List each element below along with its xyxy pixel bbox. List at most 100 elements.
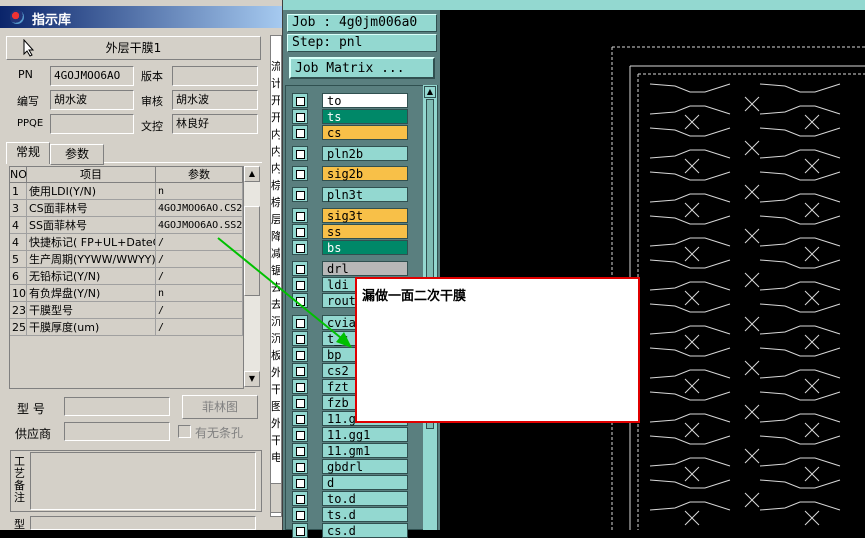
layer-item[interactable]: sig2b: [322, 166, 408, 181]
cell-param[interactable]: 4GOJMOO6AO.CS2: [156, 200, 243, 217]
table-row[interactable]: 4 SS面菲林号 4GOJMOO6AO.SS2: [10, 217, 243, 234]
layer-scroll-up-icon[interactable]: ▲: [424, 86, 436, 98]
layer-item[interactable]: ts.d: [322, 507, 408, 522]
cell-item[interactable]: 干膜厚度(um): [27, 319, 156, 336]
layer-checkbox[interactable]: [292, 459, 308, 474]
cell-item[interactable]: 使用LDI(Y/N): [27, 183, 156, 200]
pn-field[interactable]: 4GOJMOO6AO: [50, 66, 134, 86]
layer-checkbox[interactable]: [292, 395, 308, 410]
fiducial-mark: [744, 492, 760, 508]
layer-checkbox[interactable]: [292, 491, 308, 506]
table-row[interactable]: 4 快捷标记( FP+UL+DateC /: [10, 234, 243, 251]
layer-checkbox[interactable]: [292, 125, 308, 140]
tab-params[interactable]: 参数: [50, 144, 104, 165]
fiducial-mark: [684, 114, 700, 130]
background-list-item: 层: [271, 213, 280, 226]
film-button[interactable]: 菲林图: [182, 395, 258, 419]
bottom-field[interactable]: [30, 516, 256, 530]
layer-item[interactable]: sig3t: [322, 208, 408, 223]
layer-checkbox[interactable]: [292, 146, 308, 161]
cell-item[interactable]: CS面菲林号: [27, 200, 156, 217]
scroll-up-icon[interactable]: ▲: [244, 166, 260, 182]
genesis-topbar: [283, 0, 865, 10]
layer-checkbox[interactable]: [292, 187, 308, 202]
layer-item[interactable]: to: [322, 93, 408, 108]
cell-item[interactable]: 快捷标记( FP+UL+DateC: [27, 234, 156, 251]
cell-item[interactable]: SS面菲林号: [27, 217, 156, 234]
cell-no[interactable]: 10: [10, 285, 27, 302]
dialog-titlebar[interactable]: 指示库: [0, 6, 282, 28]
cell-no[interactable]: 25: [10, 319, 27, 336]
layer-checkbox[interactable]: [292, 166, 308, 181]
layer-checkbox[interactable]: [292, 93, 308, 108]
table-row[interactable]: 1 使用LDI(Y/N) n: [10, 183, 243, 200]
layer-item[interactable]: cs.d: [322, 523, 408, 538]
layer-checkbox[interactable]: [292, 427, 308, 442]
table-row[interactable]: 5 生产周期(YYWW/WWYY) /: [10, 251, 243, 268]
layer-checkbox[interactable]: [292, 475, 308, 490]
cell-no[interactable]: 4: [10, 217, 27, 234]
model-field[interactable]: [64, 397, 170, 416]
cell-no[interactable]: 23: [10, 302, 27, 319]
layer-checkbox[interactable]: [292, 208, 308, 223]
graphic-canvas[interactable]: [440, 10, 865, 530]
process-remark-label: 工艺备注: [14, 455, 25, 504]
table-row[interactable]: 3 CS面菲林号 4GOJMOO6AO.CS2: [10, 200, 243, 217]
layer-item[interactable]: 11.gg1: [322, 427, 408, 442]
cell-no[interactable]: 3: [10, 200, 27, 217]
fiducial-mark: [684, 246, 700, 262]
ppqe-field[interactable]: [50, 114, 134, 134]
cell-item[interactable]: 有负焊盘(Y/N): [27, 285, 156, 302]
cell-item[interactable]: 无铅标记(Y/N): [27, 268, 156, 285]
background-list-item: 干: [271, 434, 280, 447]
doc-control-field[interactable]: 林良好: [172, 114, 258, 134]
background-button[interactable]: [270, 483, 282, 513]
cell-no[interactable]: 4: [10, 234, 27, 251]
cell-item[interactable]: 干膜型号: [27, 302, 156, 319]
table-row[interactable]: 25 干膜厚度(um) /: [10, 319, 243, 336]
layer-checkbox[interactable]: [292, 507, 308, 522]
process-remark-field[interactable]: [30, 452, 256, 510]
layer-item[interactable]: cs: [322, 125, 408, 140]
layer-item[interactable]: pln2b: [322, 146, 408, 161]
cell-no[interactable]: 6: [10, 268, 27, 285]
no-strip-label: 有无条孔: [195, 426, 244, 440]
author-field[interactable]: 胡水波: [50, 90, 134, 110]
scroll-down-icon[interactable]: ▼: [244, 371, 260, 387]
layer-item[interactable]: 11.gm1: [322, 443, 408, 458]
job-matrix-button[interactable]: Job Matrix ...: [289, 57, 435, 79]
table-row[interactable]: 10 有负焊盘(Y/N) n: [10, 285, 243, 302]
layer-item[interactable]: ts: [322, 109, 408, 124]
no-strip-checkbox[interactable]: [178, 425, 191, 438]
layer-item[interactable]: gbdrl: [322, 459, 408, 474]
col-header-no[interactable]: NO: [10, 167, 27, 183]
supplier-field[interactable]: [64, 422, 170, 441]
layer-item[interactable]: to.d: [322, 491, 408, 506]
fiducial-mark: [744, 184, 760, 200]
layer-item[interactable]: pln3t: [322, 187, 408, 202]
table-row[interactable]: 6 无铅标记(Y/N) /: [10, 268, 243, 285]
tab-general[interactable]: 常规: [6, 142, 50, 164]
doc-name-button[interactable]: 外层干膜1: [6, 36, 261, 60]
col-header-item[interactable]: 项目: [27, 167, 156, 183]
cell-no[interactable]: 1: [10, 183, 27, 200]
layer-checkbox[interactable]: [292, 443, 308, 458]
board-outline: [649, 347, 731, 379]
cell-item[interactable]: 生产周期(YYWW/WWYY): [27, 251, 156, 268]
review-field[interactable]: 胡水波: [172, 90, 258, 110]
layer-checkbox[interactable]: [292, 411, 308, 426]
table-row[interactable]: 23 干膜型号 /: [10, 302, 243, 319]
cell-no[interactable]: 5: [10, 251, 27, 268]
layer-checkbox[interactable]: [292, 379, 308, 394]
version-field[interactable]: [172, 66, 258, 86]
cell-param[interactable]: n: [156, 183, 243, 200]
fiducial-mark: [804, 422, 820, 438]
col-header-param[interactable]: 参数: [156, 167, 243, 183]
layer-checkbox[interactable]: [292, 523, 308, 538]
background-list-item: 内: [271, 145, 280, 158]
layer-checkbox[interactable]: [292, 109, 308, 124]
layer-checkbox[interactable]: [292, 363, 308, 378]
annotation-text: 漏做一面二次干膜: [362, 289, 467, 304]
dialog-title: 指示库: [32, 13, 72, 28]
layer-item[interactable]: d: [322, 475, 408, 490]
